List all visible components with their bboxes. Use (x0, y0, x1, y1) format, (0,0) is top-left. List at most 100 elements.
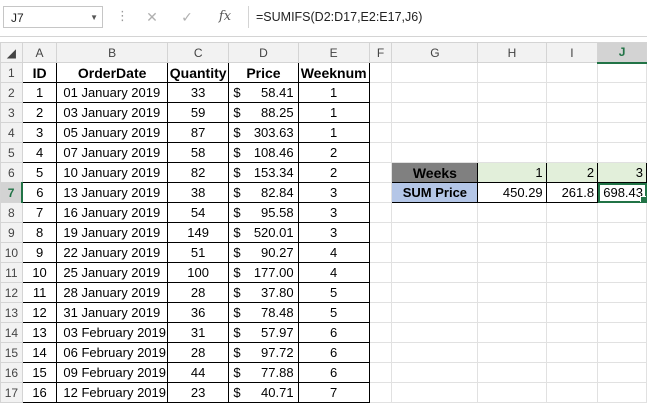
row-header[interactable]: 15 (0, 342, 23, 363)
row-header[interactable]: 8 (0, 202, 23, 223)
header-cell-quantity[interactable]: Quantity (166, 62, 230, 83)
empty-cell[interactable] (597, 142, 647, 163)
cell-price[interactable]: $58.41 (228, 82, 299, 103)
cell-id[interactable]: 11 (21, 282, 58, 303)
empty-cell[interactable] (597, 222, 647, 243)
empty-cell[interactable] (391, 382, 479, 403)
column-header[interactable]: A (21, 42, 58, 63)
empty-cell[interactable] (368, 222, 393, 243)
sum-price-value-cell[interactable]: 261.8 (545, 182, 599, 203)
cell-price[interactable]: $108.46 (228, 142, 299, 163)
empty-cell[interactable] (368, 342, 393, 363)
column-header[interactable]: I (545, 42, 599, 63)
cell-quantity[interactable]: 51 (166, 242, 230, 263)
cell-quantity[interactable]: 149 (166, 222, 230, 243)
cell-weeknum[interactable]: 4 (297, 242, 370, 263)
empty-cell[interactable] (545, 262, 599, 283)
cell-id[interactable]: 15 (21, 362, 58, 383)
cell-quantity[interactable]: 100 (166, 262, 230, 283)
empty-cell[interactable] (368, 262, 393, 283)
cell-id[interactable]: 10 (21, 262, 58, 283)
cell-weeknum[interactable]: 5 (297, 282, 370, 303)
cell-price[interactable]: $520.01 (228, 222, 299, 243)
column-header[interactable]: F (368, 42, 393, 63)
row-header[interactable]: 16 (0, 362, 23, 383)
name-box[interactable]: J7 ▼ (3, 6, 103, 28)
cell-weeknum[interactable]: 6 (297, 322, 370, 343)
empty-cell[interactable] (477, 62, 547, 83)
cell-quantity[interactable]: 87 (166, 122, 230, 143)
row-header[interactable]: 17 (0, 382, 23, 403)
empty-cell[interactable] (477, 382, 547, 403)
cell-order-date[interactable]: 10 January 2019 (56, 162, 168, 183)
empty-cell[interactable] (391, 342, 479, 363)
empty-cell[interactable] (391, 222, 479, 243)
row-header-selected[interactable]: 7 (0, 182, 24, 203)
empty-cell[interactable] (391, 142, 479, 163)
cell-order-date[interactable]: 05 January 2019 (56, 122, 168, 143)
sum-price-value-cell[interactable]: 450.29 (477, 182, 547, 203)
empty-cell[interactable] (597, 282, 647, 303)
empty-cell[interactable] (597, 122, 647, 143)
row-header[interactable]: 5 (0, 142, 23, 163)
row-header[interactable]: 1 (0, 62, 23, 83)
cell-weeknum[interactable]: 6 (297, 362, 370, 383)
cell-id[interactable]: 13 (21, 322, 58, 343)
empty-cell[interactable] (477, 142, 547, 163)
empty-cell[interactable] (368, 282, 393, 303)
empty-cell[interactable] (368, 62, 393, 83)
cell-weeknum[interactable]: 2 (297, 142, 370, 163)
row-header[interactable]: 3 (0, 102, 23, 123)
cell-price[interactable]: $40.71 (228, 382, 299, 403)
row-header[interactable]: 9 (0, 222, 23, 243)
row-header[interactable]: 14 (0, 322, 23, 343)
cell-weeknum[interactable]: 5 (297, 302, 370, 323)
empty-cell[interactable] (597, 102, 647, 123)
empty-cell[interactable] (545, 222, 599, 243)
empty-cell[interactable] (545, 242, 599, 263)
empty-cell[interactable] (391, 242, 479, 263)
cell-id[interactable]: 9 (21, 242, 58, 263)
cell-price[interactable]: $177.00 (228, 262, 299, 283)
empty-cell[interactable] (368, 182, 393, 203)
empty-cell[interactable] (545, 62, 599, 83)
weeks-value-cell[interactable]: 3 (597, 162, 647, 183)
cell-order-date[interactable]: 06 February 2019 (56, 342, 168, 363)
cell-price[interactable]: $78.48 (228, 302, 299, 323)
empty-cell[interactable] (545, 142, 599, 163)
column-header-selected[interactable]: J (597, 42, 647, 64)
cell-id[interactable]: 12 (21, 302, 58, 323)
cell-quantity[interactable]: 82 (166, 162, 230, 183)
cell-order-date[interactable]: 22 January 2019 (56, 242, 168, 263)
empty-cell[interactable] (368, 122, 393, 143)
cell-quantity[interactable]: 23 (166, 382, 230, 403)
cancel-icon[interactable]: ✕ (140, 6, 164, 28)
cell-price[interactable]: $77.88 (228, 362, 299, 383)
cell-quantity[interactable]: 44 (166, 362, 230, 383)
empty-cell[interactable] (545, 382, 599, 403)
row-header[interactable]: 2 (0, 82, 23, 103)
empty-cell[interactable] (477, 122, 547, 143)
more-options-icon[interactable]: ⋮ (116, 8, 129, 24)
empty-cell[interactable] (391, 262, 479, 283)
cell-order-date[interactable]: 25 January 2019 (56, 262, 168, 283)
empty-cell[interactable] (597, 262, 647, 283)
row-header[interactable]: 13 (0, 302, 23, 323)
cell-id[interactable]: 3 (21, 122, 58, 143)
weeks-value-cell[interactable]: 1 (477, 162, 547, 183)
cell-quantity[interactable]: 59 (166, 102, 230, 123)
column-header[interactable]: E (297, 42, 370, 63)
empty-cell[interactable] (597, 382, 647, 403)
cell-weeknum[interactable]: 1 (297, 122, 370, 143)
formula-input[interactable]: =SUMIFS(D2:D17,E2:E17,J6) (256, 6, 422, 28)
cell-order-date[interactable]: 09 February 2019 (56, 362, 168, 383)
column-header[interactable]: H (477, 42, 547, 63)
cell-price[interactable]: $90.27 (228, 242, 299, 263)
row-header[interactable]: 11 (0, 262, 23, 283)
empty-cell[interactable] (477, 362, 547, 383)
enter-icon[interactable]: ✓ (175, 6, 199, 28)
empty-cell[interactable] (368, 362, 393, 383)
cell-price[interactable]: $57.97 (228, 322, 299, 343)
empty-cell[interactable] (597, 342, 647, 363)
empty-cell[interactable] (368, 382, 393, 403)
